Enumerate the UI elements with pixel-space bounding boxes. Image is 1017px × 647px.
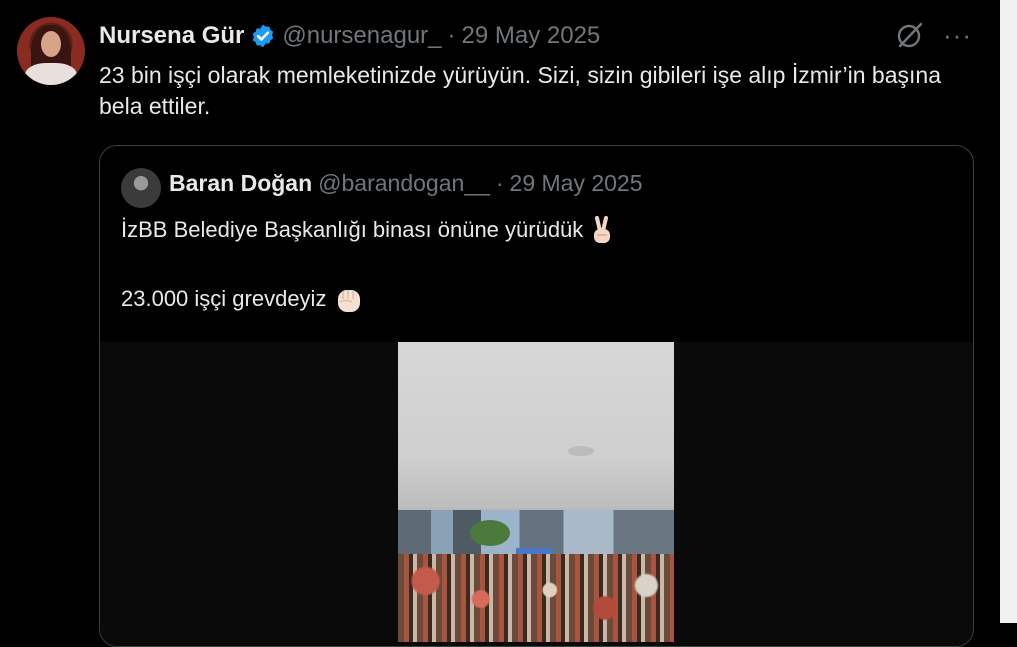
tweet-actions: ··· bbox=[895, 20, 972, 50]
tweet-photo[interactable] bbox=[398, 342, 674, 642]
quoted-text-line2: 23.000 işçi grevdeyiz bbox=[121, 284, 365, 316]
tweet-text: 23 bin işçi olarak memleketinizde yürüyü… bbox=[99, 62, 941, 119]
quoted-tweet-header: Baran Doğan @barandogan__ · 29 May 2025 bbox=[169, 170, 643, 197]
more-icon[interactable]: ··· bbox=[943, 20, 972, 50]
separator-dot: · bbox=[447, 22, 456, 49]
quoted-text-line2-content: 23.000 işçi grevdeyiz bbox=[121, 285, 327, 311]
author-avatar[interactable] bbox=[17, 17, 85, 85]
tweet-date[interactable]: 29 May 2025 bbox=[462, 22, 601, 50]
quoted-text-line1-content: İzBB Belediye Başkanlığı binası önüne yü… bbox=[121, 216, 584, 242]
victory-hand-emoji bbox=[594, 216, 611, 243]
tweet[interactable]: Nursena Gür @nursenagur_ · 29 May 2025 ·… bbox=[0, 0, 1000, 647]
quoted-author-avatar[interactable] bbox=[121, 168, 161, 208]
verified-badge-icon bbox=[253, 24, 274, 48]
quoted-author-handle[interactable]: @barandogan__ bbox=[318, 170, 490, 197]
quoted-text-line1: İzBB Belediye Başkanlığı binası önüne yü… bbox=[121, 216, 615, 246]
page-right-edge bbox=[1000, 0, 1017, 623]
quoted-tweet[interactable]: Baran Doğan @barandogan__ · 29 May 2025 … bbox=[99, 145, 974, 647]
author-handle[interactable]: @nursenagur_ bbox=[282, 22, 441, 50]
raised-fist-emoji bbox=[337, 290, 360, 312]
quoted-author-name[interactable]: Baran Doğan bbox=[169, 170, 312, 197]
author-name[interactable]: Nursena Gür bbox=[99, 22, 244, 50]
quoted-tweet-date[interactable]: 29 May 2025 bbox=[510, 170, 643, 197]
quoted-separator-dot: · bbox=[495, 170, 504, 196]
grok-icon[interactable] bbox=[895, 20, 925, 50]
tweet-header: Nursena Gür @nursenagur_ · 29 May 2025 bbox=[99, 20, 600, 52]
media-container bbox=[100, 342, 973, 646]
